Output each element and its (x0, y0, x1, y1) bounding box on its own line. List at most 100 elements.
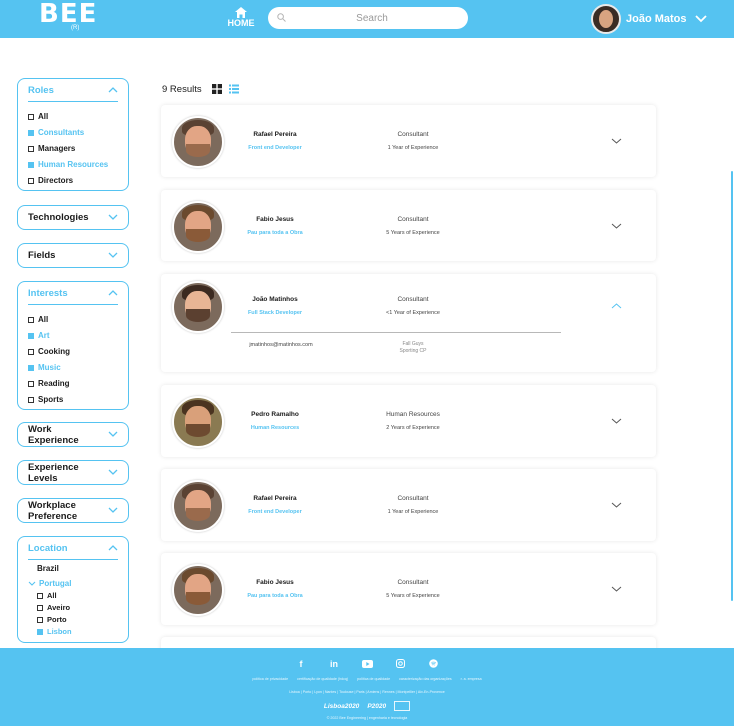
list-view-icon[interactable] (229, 84, 239, 94)
filter-divider (28, 304, 118, 305)
checkbox[interactable] (28, 161, 34, 168)
person-avatar[interactable] (172, 281, 224, 333)
chevron-up-icon[interactable] (108, 290, 118, 296)
checkbox[interactable] (37, 592, 43, 599)
chevron-down-icon[interactable] (28, 581, 36, 586)
bee-logo[interactable]: BEE (39, 1, 97, 27)
person-role: Front end Developer (248, 509, 302, 515)
person-avatar[interactable] (172, 116, 224, 168)
checkbox[interactable] (28, 380, 34, 387)
home-button[interactable]: HOME (226, 7, 256, 28)
user-menu[interactable]: João Matos (591, 4, 707, 34)
person-role: Full Stack Developer (247, 310, 303, 316)
checkbox[interactable] (28, 316, 34, 323)
person-card[interactable]: Pedro Ramalho Human Resources Human Reso… (161, 385, 656, 457)
location-option-all[interactable]: All (37, 591, 57, 600)
chevron-up-icon[interactable] (108, 545, 118, 551)
person-role: Pau para toda a Obra (247, 593, 303, 599)
location-option-aveiro[interactable]: Aveiro (37, 603, 70, 612)
experience-levels-filter[interactable]: Experience Levels (17, 460, 129, 485)
chevron-down-icon[interactable] (108, 469, 118, 475)
checkbox[interactable] (28, 177, 34, 184)
roles-option-human-resources[interactable]: Human Resources (28, 160, 108, 169)
chevron-down-icon[interactable] (108, 214, 118, 220)
facebook-icon[interactable]: f (294, 656, 309, 671)
chevron-down-icon[interactable] (108, 507, 118, 513)
interests-option-all[interactable]: All (28, 315, 48, 324)
roles-option-managers[interactable]: Managers (28, 144, 75, 153)
chevron-down-icon[interactable] (108, 252, 118, 258)
interests-option-sports[interactable]: Sports (28, 395, 63, 404)
linkedin-icon[interactable]: in (327, 656, 342, 671)
person-card-expanded[interactable]: João Matinhos Full Stack Developer Consu… (161, 274, 656, 372)
person-card[interactable]: Rafael Pereira Front end Developer Consu… (161, 469, 656, 541)
checkbox[interactable] (28, 364, 34, 371)
roles-filter-title[interactable]: Roles (28, 85, 54, 96)
checkbox[interactable] (28, 113, 34, 120)
experience-levels-filter-title: Experience Levels (28, 462, 79, 484)
chevron-down-icon[interactable] (611, 223, 622, 229)
instagram-icon[interactable] (393, 656, 408, 671)
footer-link[interactable]: política de privacidade (252, 677, 288, 681)
location-filter-title[interactable]: Location (28, 543, 68, 554)
checkbox[interactable] (37, 628, 43, 635)
eu-flag-icon (394, 701, 411, 711)
person-card[interactable]: Fabio Jesus Pau para toda a Obra Consult… (161, 190, 656, 261)
person-email[interactable]: jmatinhos@matinhos.com (226, 342, 336, 348)
location-portugal[interactable]: Portugal (28, 579, 71, 588)
location-option-lisbon[interactable]: Lisbon (37, 627, 72, 636)
footer-link[interactable]: caracterização das organizações (399, 677, 452, 681)
person-avatar[interactable] (172, 396, 224, 448)
person-avatar[interactable] (172, 201, 224, 253)
footer-link[interactable]: certificação de qualidade (hdcq) (297, 677, 348, 681)
chevron-down-icon[interactable] (611, 418, 622, 424)
footer-copyright: © 2022 Bee Engineering | engenharia e te… (326, 716, 408, 720)
interests-option-music[interactable]: Music (28, 363, 61, 372)
checkbox[interactable] (28, 145, 34, 152)
fields-filter[interactable]: Fields (17, 243, 129, 268)
interests-filter-title[interactable]: Interests (28, 288, 68, 299)
scrollbar[interactable] (731, 171, 733, 601)
interests-option-art[interactable]: Art (28, 331, 50, 340)
youtube-icon[interactable] (360, 656, 375, 671)
footer-link[interactable]: r. a. empresa (461, 677, 482, 681)
location-option-porto[interactable]: Porto (37, 615, 67, 624)
chevron-down-icon[interactable] (108, 431, 118, 437)
search-input[interactable] (292, 9, 452, 28)
workplace-preference-filter[interactable]: Workplace Preference (17, 498, 129, 523)
person-card[interactable]: Fabio Jesus Pau para toda a Obra Consult… (161, 553, 656, 625)
chevron-down-icon[interactable] (611, 138, 622, 144)
checkbox[interactable] (37, 604, 43, 611)
interests-option-reading[interactable]: Reading (28, 379, 70, 388)
person-title: Consultant (397, 131, 429, 138)
technologies-filter[interactable]: Technologies (17, 205, 129, 230)
checkbox[interactable] (37, 616, 43, 623)
location-brazil[interactable]: Brazil (37, 564, 59, 573)
work-experience-filter[interactable]: Work Experience (17, 422, 129, 447)
roles-option-directors[interactable]: Directors (28, 176, 73, 185)
grid-view-icon[interactable] (212, 84, 222, 94)
chevron-down-icon[interactable] (611, 586, 622, 592)
chevron-down-icon[interactable] (611, 502, 622, 508)
checkbox[interactable] (28, 396, 34, 403)
chevron-up-icon[interactable] (611, 303, 622, 309)
home-label: HOME (227, 18, 255, 28)
person-name: Fabio Jesus (256, 579, 294, 586)
person-avatar[interactable] (172, 480, 224, 532)
checkbox[interactable] (28, 129, 34, 136)
person-experience: 5 Years of Experience (386, 593, 440, 599)
footer-link[interactable]: política de qualidade (357, 677, 390, 681)
roles-option-consultants[interactable]: Consultants (28, 128, 84, 137)
person-card[interactable]: Rafael Pereira Front end Developer Consu… (161, 105, 656, 177)
spotify-icon[interactable] (426, 656, 441, 671)
interests-option-cooking[interactable]: Cooking (28, 347, 70, 356)
chevron-down-icon[interactable] (694, 15, 707, 23)
person-avatar[interactable] (172, 564, 224, 616)
search-bar[interactable] (268, 7, 468, 29)
checkbox[interactable] (28, 332, 34, 339)
chevron-up-icon[interactable] (108, 87, 118, 93)
user-avatar[interactable] (591, 4, 621, 34)
checkbox[interactable] (28, 348, 34, 355)
roles-option-all[interactable]: All (28, 112, 48, 121)
person-name: João Matinhos (252, 296, 298, 303)
